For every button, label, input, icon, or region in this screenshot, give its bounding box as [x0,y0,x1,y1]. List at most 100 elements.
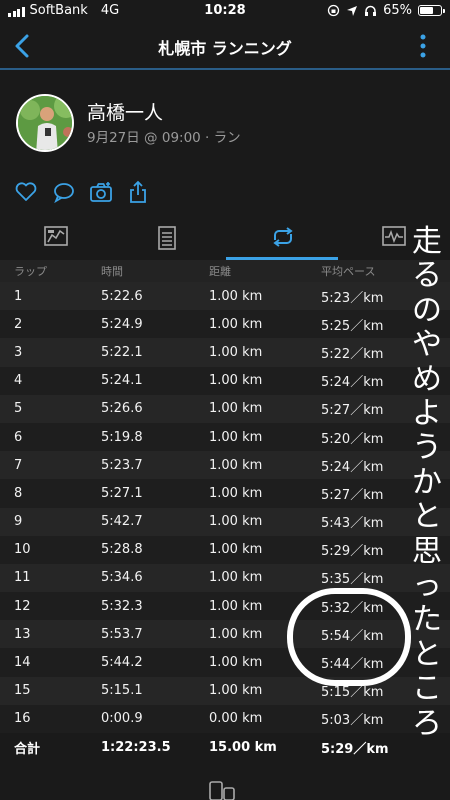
header-distance: 距離 [209,265,231,278]
table-row[interactable]: 10 5:28.8 1.00 km 5:29／km [0,535,450,564]
overview-icon [44,226,68,246]
charts-icon [382,226,406,246]
lap-pace: 5:27／km [321,487,384,503]
lap-pace: 5:24／km [321,459,384,475]
annotation-char: る [412,258,442,294]
lap-time: 5:44.2 [101,655,143,671]
action-bar [0,170,450,216]
lap-distance: 1.00 km [209,514,263,530]
details-icon [158,226,176,250]
camera-icon[interactable] [89,180,113,204]
status-bar: SoftBank 4G 10:28 65% [0,0,450,22]
share-icon[interactable] [126,180,150,204]
annotation-circle [287,588,411,686]
lap-pace: 5:43／km [321,516,384,532]
lap-pace: 5:25／km [321,318,384,334]
lap-number: 9 [14,514,23,530]
tab-details[interactable] [113,216,225,260]
header-time: 時間 [101,265,123,278]
battery-icon [418,5,445,16]
lap-pace: 5:20／km [321,431,384,447]
annotation-char: よ [412,396,442,432]
annotation-char: ろ [412,705,442,741]
table-row[interactable]: 3 5:22.1 1.00 km 5:22／km [0,338,450,367]
lap-distance: 1.00 km [209,316,263,332]
lap-distance: 1.00 km [209,373,263,389]
annotation-char: う [412,430,442,466]
annotation-char: と [412,636,442,672]
table-row[interactable]: 7 5:23.7 1.00 km 5:24／km [0,451,450,480]
lap-number: 14 [14,655,31,671]
table-row[interactable]: 6 5:19.8 1.00 km 5:20／km [0,422,450,452]
status-right: 65% [327,3,445,18]
table-row[interactable]: 9 5:42.7 1.00 km 5:43／km [0,507,450,536]
lap-pace: 5:23／km [321,290,384,306]
lap-pace: 5:22／km [321,346,384,362]
total-row: 合計 1:22:23.5 15.00 km 5:29／km [0,733,450,761]
tab-overview[interactable] [0,216,112,260]
tab-laps[interactable] [226,216,338,260]
tab-bar [0,216,450,260]
lap-distance: 1.00 km [209,542,263,558]
lap-distance: 1.00 km [209,485,263,501]
headphones-icon [365,5,377,16]
header-pace: 平均ペース [321,265,376,278]
lap-time: 5:24.9 [101,316,143,332]
lap-distance: 1.00 km [209,401,263,417]
lap-pace: 5:24／km [321,375,384,391]
lap-number: 10 [14,542,31,558]
lap-time: 5:22.6 [101,288,143,304]
lap-time: 5:23.7 [101,457,143,473]
table-row[interactable]: 16 0:00.9 0.00 km 5:03／km [0,704,450,733]
table-row[interactable]: 2 5:24.9 1.00 km 5:25／km [0,310,450,339]
lap-number: 12 [14,598,31,614]
lap-time: 5:26.6 [101,401,143,417]
total-label: 合計 [14,741,41,757]
annotation-char: っ [412,568,442,604]
rotation-lock-icon [327,4,340,17]
annotation-char: 走 [412,224,442,259]
nav-bar: 札幌市 ランニング [0,22,450,70]
laps-icon [273,227,293,247]
user-name[interactable]: 高橋一人 [87,98,163,125]
lap-time: 5:24.1 [101,373,143,389]
annotation-char: か [412,464,442,500]
lap-time: 5:28.8 [101,542,143,558]
laps-table: ラップ 時間 距離 平均ペース 1 5:22.6 1.00 km 5:23／km 2 5… [0,260,450,761]
table-row[interactable]: 11 5:34.6 1.00 km 5:35／km [0,563,450,593]
lap-distance: 1.00 km [209,655,263,671]
more-vertical-icon[interactable] [420,34,426,58]
lap-number: 8 [14,485,23,501]
table-header: ラップ 時間 距離 平均ペース [0,260,450,282]
annotation-char: や [412,327,442,363]
lap-number: 7 [14,457,23,473]
lap-number: 3 [14,344,23,360]
heart-icon[interactable] [14,180,38,204]
comment-icon[interactable] [52,180,76,204]
table-row[interactable]: 8 5:27.1 1.00 km 5:27／km [0,479,450,508]
lap-time: 5:53.7 [101,626,143,642]
lap-number: 16 [14,711,31,727]
total-time: 1:22:23.5 [101,739,171,755]
activity-meta: 9月27日 @ 09:00 · ラン [87,130,241,146]
table-row[interactable]: 4 5:24.1 1.00 km 5:24／km [0,366,450,395]
total-distance: 15.00 km [209,739,277,755]
device-sync-icon[interactable] [206,780,240,800]
table-row[interactable]: 5 5:26.6 1.00 km 5:27／km [0,394,450,423]
lap-time: 5:15.1 [101,683,143,699]
vertical-annotation-text: 走るのやめようかと思ったところ [404,224,450,741]
annotation-char: と [412,499,442,535]
lap-number: 15 [14,683,31,699]
lap-time: 5:32.3 [101,598,143,614]
lap-time: 5:42.7 [101,514,143,530]
lap-distance: 1.00 km [209,683,263,699]
avatar[interactable] [16,94,74,152]
table-row[interactable]: 1 5:22.6 1.00 km 5:23／km [0,282,450,311]
lap-number: 1 [14,288,23,304]
lap-number: 13 [14,626,31,642]
lap-distance: 0.00 km [209,711,263,727]
lap-time: 5:27.1 [101,485,143,501]
lap-number: 6 [14,429,23,445]
lap-distance: 1.00 km [209,344,263,360]
lap-number: 11 [14,570,31,586]
